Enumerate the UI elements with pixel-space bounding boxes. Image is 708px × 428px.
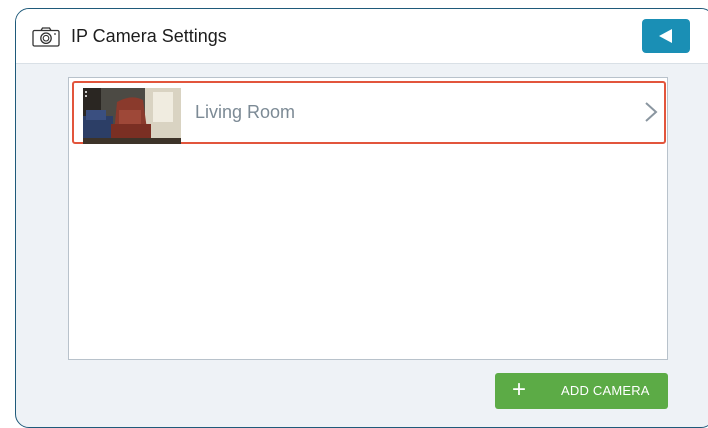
add-camera-button[interactable]: + ADD CAMERA	[495, 373, 668, 409]
plus-icon: +	[512, 376, 527, 403]
add-camera-label: ADD CAMERA	[561, 383, 650, 398]
back-button[interactable]	[642, 19, 690, 53]
page-title: IP Camera Settings	[71, 26, 227, 46]
header-bar: IP Camera Settings	[16, 9, 708, 64]
camera-icon	[32, 27, 60, 47]
camera-list-panel: Living Room	[68, 77, 668, 360]
back-triangle-icon	[659, 29, 672, 43]
chevron-right-icon	[645, 102, 658, 122]
camera-name-label: Living Room	[195, 102, 296, 122]
settings-window: IP Camera Settings Living Room + ADD CAM…	[15, 8, 708, 428]
living-room-camera-thumbnail	[83, 88, 181, 144]
camera-list-item-living-room[interactable]: Living Room	[72, 81, 666, 144]
